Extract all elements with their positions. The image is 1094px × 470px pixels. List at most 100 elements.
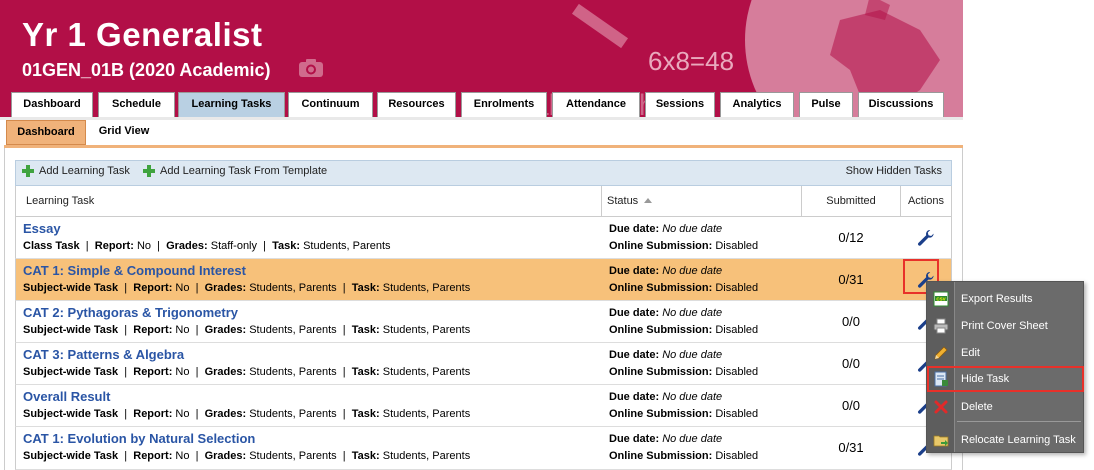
menu-item-label: Relocate Learning Task — [961, 434, 1076, 446]
tab-resources[interactable]: Resources — [377, 92, 456, 117]
table-row: CAT 3: Patterns & Algebra Subject-wide T… — [15, 343, 952, 385]
tab-attendance[interactable]: Attendance — [552, 92, 640, 117]
menu-item-edit[interactable]: Edit — [927, 340, 1083, 366]
submitted-count: 0/31 — [838, 272, 864, 287]
plus-icon — [22, 165, 34, 177]
add-learning-task-label: Add Learning Task — [39, 165, 130, 177]
due-label: Due date: — [609, 265, 660, 277]
task-link[interactable]: CAT 1: Simple & Compound Interest — [23, 263, 246, 278]
submitted-count: 0/31 — [838, 440, 864, 455]
tab-analytics[interactable]: Analytics — [720, 92, 794, 117]
due-label: Due date: — [609, 349, 660, 361]
menu-item-relocate-learning-task[interactable]: Relocate Learning Task — [927, 427, 1083, 453]
grades-value: Students, Parents — [249, 408, 337, 420]
tab-discussions[interactable]: Discussions — [858, 92, 944, 117]
tab-continuum[interactable]: Continuum — [288, 92, 373, 117]
pencil-icon — [934, 346, 948, 360]
task-type: Subject-wide Task — [23, 282, 119, 294]
tab-dashboard[interactable]: Dashboard — [11, 92, 93, 117]
column-status[interactable]: Status — [607, 186, 653, 216]
tab-pulse[interactable]: Pulse — [799, 92, 853, 117]
subtab-dashboard[interactable]: Dashboard — [6, 120, 86, 145]
due-value: No due date — [662, 433, 723, 445]
task-meta: Class Task | Report: No | Grades: Staff-… — [23, 240, 391, 252]
sort-ascending-icon — [644, 198, 653, 203]
grades-label: Grades: — [166, 240, 208, 252]
column-actions: Actions — [907, 195, 945, 207]
menu-item-delete[interactable]: Delete — [927, 394, 1083, 420]
online-value: Disabled — [715, 324, 759, 336]
grades-value: Staff-only — [210, 240, 258, 252]
svg-text:CSV: CSV — [936, 296, 945, 301]
tab-schedule[interactable]: Schedule — [98, 92, 175, 117]
menu-item-hide-task[interactable]: Hide Task — [927, 366, 1084, 392]
tab-enrolments[interactable]: Enrolments — [461, 92, 547, 117]
task-type: Class Task — [23, 240, 80, 252]
menu-item-label: Print Cover Sheet — [961, 320, 1048, 332]
column-divider — [601, 186, 602, 216]
task-visibility-value: Students, Parents — [382, 366, 471, 378]
online-submission: Online Submission: Disabled — [609, 408, 758, 420]
task-link[interactable]: CAT 1: Evolution by Natural Selection — [23, 431, 255, 446]
task-type: Subject-wide Task — [23, 366, 119, 378]
online-value: Disabled — [715, 240, 759, 252]
delete-x-icon — [934, 400, 948, 414]
page-title: Yr 1 Generalist — [22, 16, 263, 53]
task-meta: Subject-wide Task | Report: No | Grades:… — [23, 408, 471, 420]
tab-learning-tasks[interactable]: Learning Tasks — [178, 92, 285, 117]
report-value: No — [175, 450, 190, 462]
wrench-icon[interactable] — [917, 229, 935, 247]
due-date: Due date: No due date — [609, 265, 722, 277]
task-link[interactable]: CAT 2: Pythagoras & Trigonometry — [23, 305, 238, 320]
task-meta: Subject-wide Task | Report: No | Grades:… — [23, 282, 471, 294]
due-value: No due date — [662, 391, 723, 403]
add-from-template-button[interactable]: Add Learning Task From Template — [143, 165, 327, 177]
task-link[interactable]: Overall Result — [23, 389, 110, 404]
class-code: 01GEN_01B (2020 Academic) — [22, 60, 271, 80]
task-visibility-label: Task: — [351, 366, 380, 378]
menu-item-export-results[interactable]: CSV Export Results — [927, 286, 1083, 312]
table-row: CAT 1: Evolution by Natural Selection Su… — [15, 427, 952, 470]
subtab-grid-view[interactable]: Grid View — [90, 120, 158, 145]
task-visibility-value: Students, Parents — [382, 408, 471, 420]
column-learning-task[interactable]: Learning Task — [26, 186, 94, 216]
menu-item-print-cover-sheet[interactable]: Print Cover Sheet — [927, 313, 1083, 339]
grades-value: Students, Parents — [249, 282, 337, 294]
tab-sessions[interactable]: Sessions — [645, 92, 715, 117]
online-value: Disabled — [715, 408, 759, 420]
camera-icon[interactable] — [298, 58, 324, 78]
plus-icon — [143, 165, 155, 177]
task-link[interactable]: CAT 3: Patterns & Algebra — [23, 347, 184, 362]
report-label: Report: — [133, 450, 173, 462]
hide-document-icon — [934, 371, 948, 387]
online-submission: Online Submission: Disabled — [609, 240, 758, 252]
show-hidden-tasks-link[interactable]: Show Hidden Tasks — [846, 165, 942, 177]
due-date: Due date: No due date — [609, 391, 722, 403]
menu-item-label: Edit — [961, 347, 980, 359]
due-value: No due date — [662, 349, 723, 361]
column-submitted[interactable]: Submitted — [802, 186, 900, 216]
grades-label: Grades: — [204, 324, 247, 336]
online-label: Online Submission: — [609, 366, 713, 378]
table-row: Overall Result Subject-wide Task | Repor… — [15, 385, 952, 427]
grades-label: Grades: — [204, 282, 247, 294]
header-banner: 6x8=48 abcdefghijkl Yr 1 Generalist 01GE… — [0, 0, 963, 117]
report-label: Report: — [94, 240, 134, 252]
add-learning-task-button[interactable]: Add Learning Task — [22, 165, 130, 177]
due-date: Due date: No due date — [609, 307, 722, 319]
due-label: Due date: — [609, 433, 660, 445]
due-date: Due date: No due date — [609, 223, 722, 235]
table-header: Learning Task Status Submitted Actions — [15, 186, 952, 217]
due-date: Due date: No due date — [609, 433, 722, 445]
report-label: Report: — [133, 366, 173, 378]
submitted-count: 0/0 — [841, 356, 861, 371]
table-row: CAT 2: Pythagoras & Trigonometry Subject… — [15, 301, 952, 343]
task-link[interactable]: Essay — [23, 221, 61, 236]
menu-item-label: Hide Task — [961, 373, 1010, 385]
table-row: Essay Class Task | Report: No | Grades: … — [15, 217, 952, 259]
menu-item-label: Export Results — [961, 293, 1033, 305]
online-value: Disabled — [715, 366, 759, 378]
sub-tabs: Dashboard Grid View — [4, 120, 964, 147]
task-visibility-value: Students, Parents — [303, 240, 391, 252]
report-value: No — [175, 324, 190, 336]
